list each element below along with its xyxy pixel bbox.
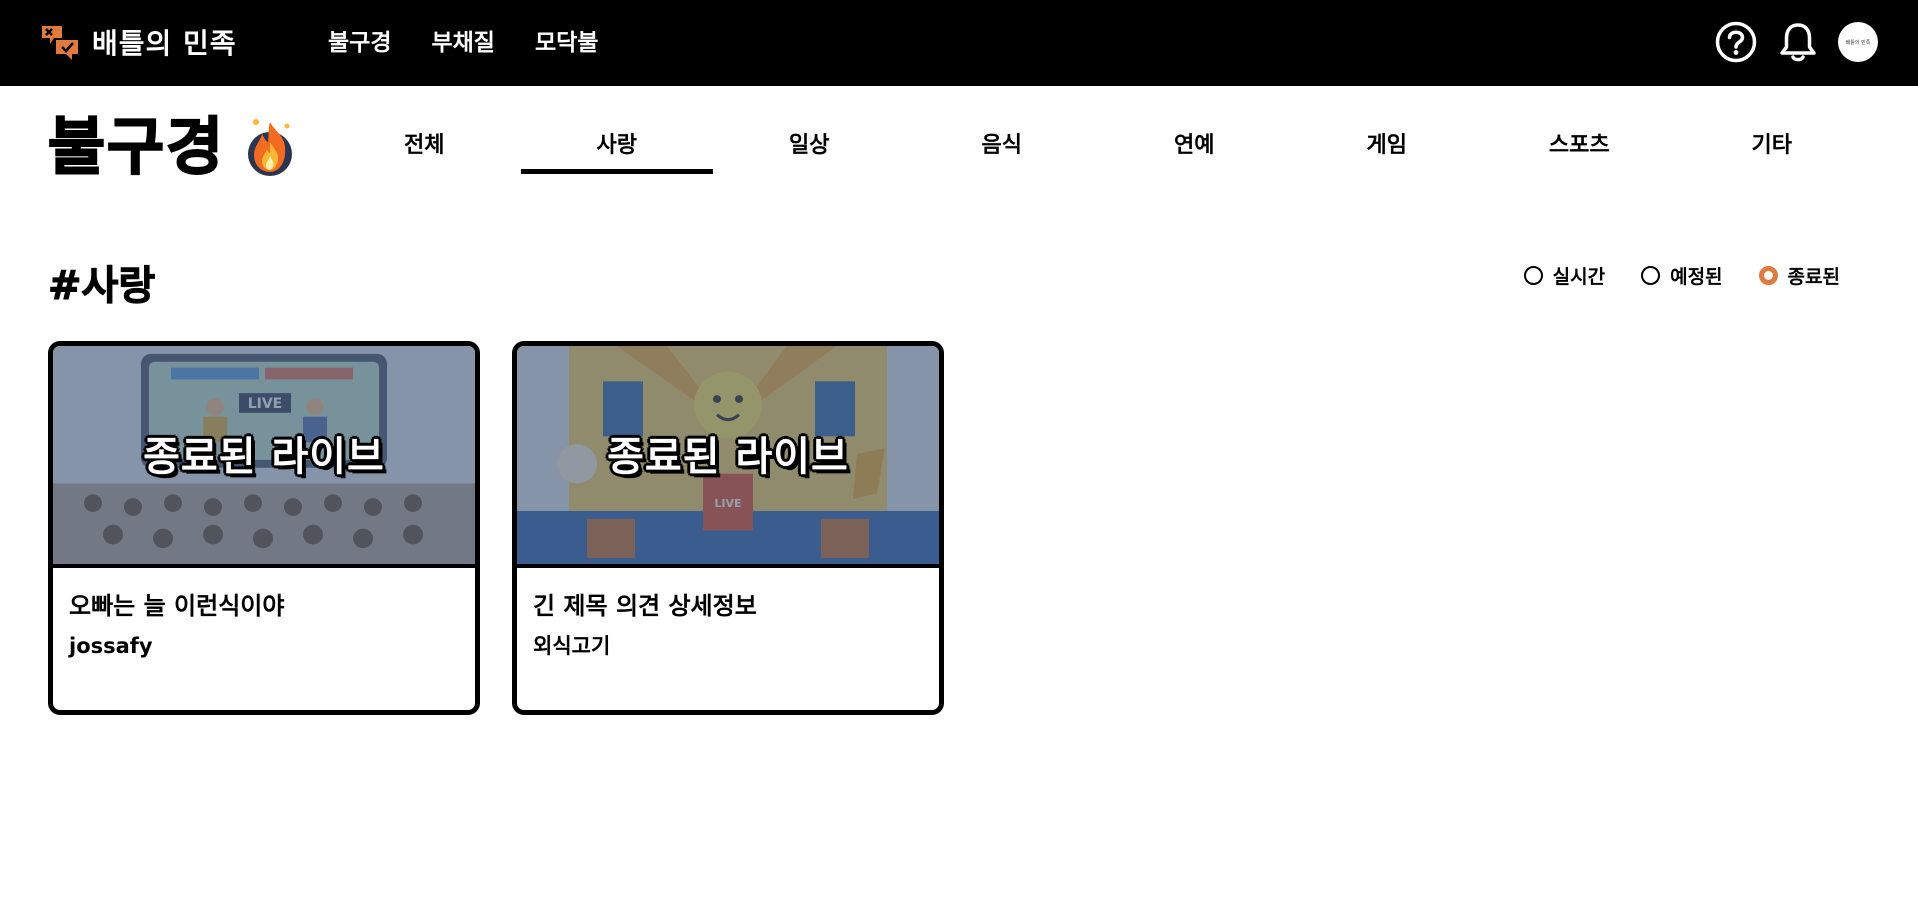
card-thumbnail: LIVE 종료된 라이브 — [517, 346, 939, 568]
nav-item-campfire[interactable]: 모닥불 — [535, 24, 598, 62]
battle-logo-icon — [42, 26, 78, 60]
nav-item-fire-watch[interactable]: 불구경 — [328, 24, 391, 62]
card-author: jossafy — [69, 634, 153, 658]
card-thumbnail: LIVE 종료된 라이브 — [53, 346, 475, 568]
main-nav: 불구경 부채질 모닥불 — [328, 24, 598, 62]
nav-item-fan[interactable]: 부채질 — [431, 24, 494, 62]
card-title: 긴 제목 의견 상세정보 — [533, 592, 757, 620]
bell-icon — [1780, 23, 1816, 62]
avatar[interactable]: 배틀의 민족 — [1838, 22, 1878, 62]
tab-daily[interactable]: 일상 — [713, 118, 906, 174]
tab-sports[interactable]: 스포츠 — [1483, 118, 1676, 174]
tab-love[interactable]: 사랑 — [520, 118, 714, 174]
filter-live[interactable]: 실시간 — [1523, 262, 1606, 289]
live-card-list: LIVE 종료된 라이브 오빠는 늘 이런식이야 jossafy — [48, 341, 944, 715]
filter-label: 예정된 — [1670, 266, 1723, 288]
tab-all[interactable]: 전체 — [328, 118, 521, 174]
notifications-button[interactable] — [1776, 20, 1820, 64]
filter-ended[interactable]: 종료된 — [1758, 262, 1840, 289]
radio-button[interactable] — [1641, 266, 1661, 285]
top-navigation-bar: 배틀의 민족 불구경 부채질 모닥불 배틀의 민족 — [0, 0, 1918, 86]
avatar-text: 배틀의 민족 — [1845, 39, 1871, 46]
radio-button[interactable] — [1523, 266, 1543, 285]
brand[interactable]: 배틀의 민족 — [40, 20, 237, 64]
top-icons: 배틀의 민족 — [1714, 20, 1878, 64]
tab-etc[interactable]: 기타 — [1676, 118, 1869, 174]
filter-scheduled[interactable]: 예정된 — [1641, 262, 1723, 289]
card-body: 긴 제목 의견 상세정보 외식고기 — [517, 568, 939, 682]
filter-label: 실시간 — [1552, 266, 1606, 288]
card-title: 오빠는 늘 이런식이야 — [69, 592, 285, 620]
help-icon — [1715, 21, 1757, 63]
brand-name: 배틀의 민족 — [92, 27, 237, 60]
radio-button[interactable] — [1758, 266, 1778, 285]
tab-game[interactable]: 게임 — [1291, 118, 1484, 174]
ended-live-label: 종료된 라이브 — [143, 434, 385, 480]
ended-live-label: 종료된 라이브 — [607, 434, 849, 480]
filter-label: 종료된 — [1787, 266, 1840, 288]
tab-food[interactable]: 음식 — [906, 118, 1099, 174]
live-card[interactable]: LIVE 종료된 라이브 긴 제목 의견 상세정보 외식고기 — [512, 341, 944, 715]
live-card[interactable]: LIVE 종료된 라이브 오빠는 늘 이런식이야 jossafy — [48, 341, 480, 715]
fire-icon — [248, 119, 293, 176]
help-button[interactable] — [1714, 20, 1758, 64]
status-filter: 실시간 예정된 종료된 — [1523, 262, 1840, 289]
section-title: #사랑 — [47, 263, 156, 310]
card-author: 외식고기 — [533, 634, 611, 658]
card-body: 오빠는 늘 이런식이야 jossafy — [53, 568, 475, 682]
page-title: 불구경 — [47, 110, 226, 183]
page-title-area: 불구경 — [47, 110, 297, 183]
category-tabs: 전체 사랑 일상 음식 연예 게임 스포츠 기타 — [328, 118, 1868, 174]
tab-entertainment[interactable]: 연예 — [1098, 118, 1291, 174]
